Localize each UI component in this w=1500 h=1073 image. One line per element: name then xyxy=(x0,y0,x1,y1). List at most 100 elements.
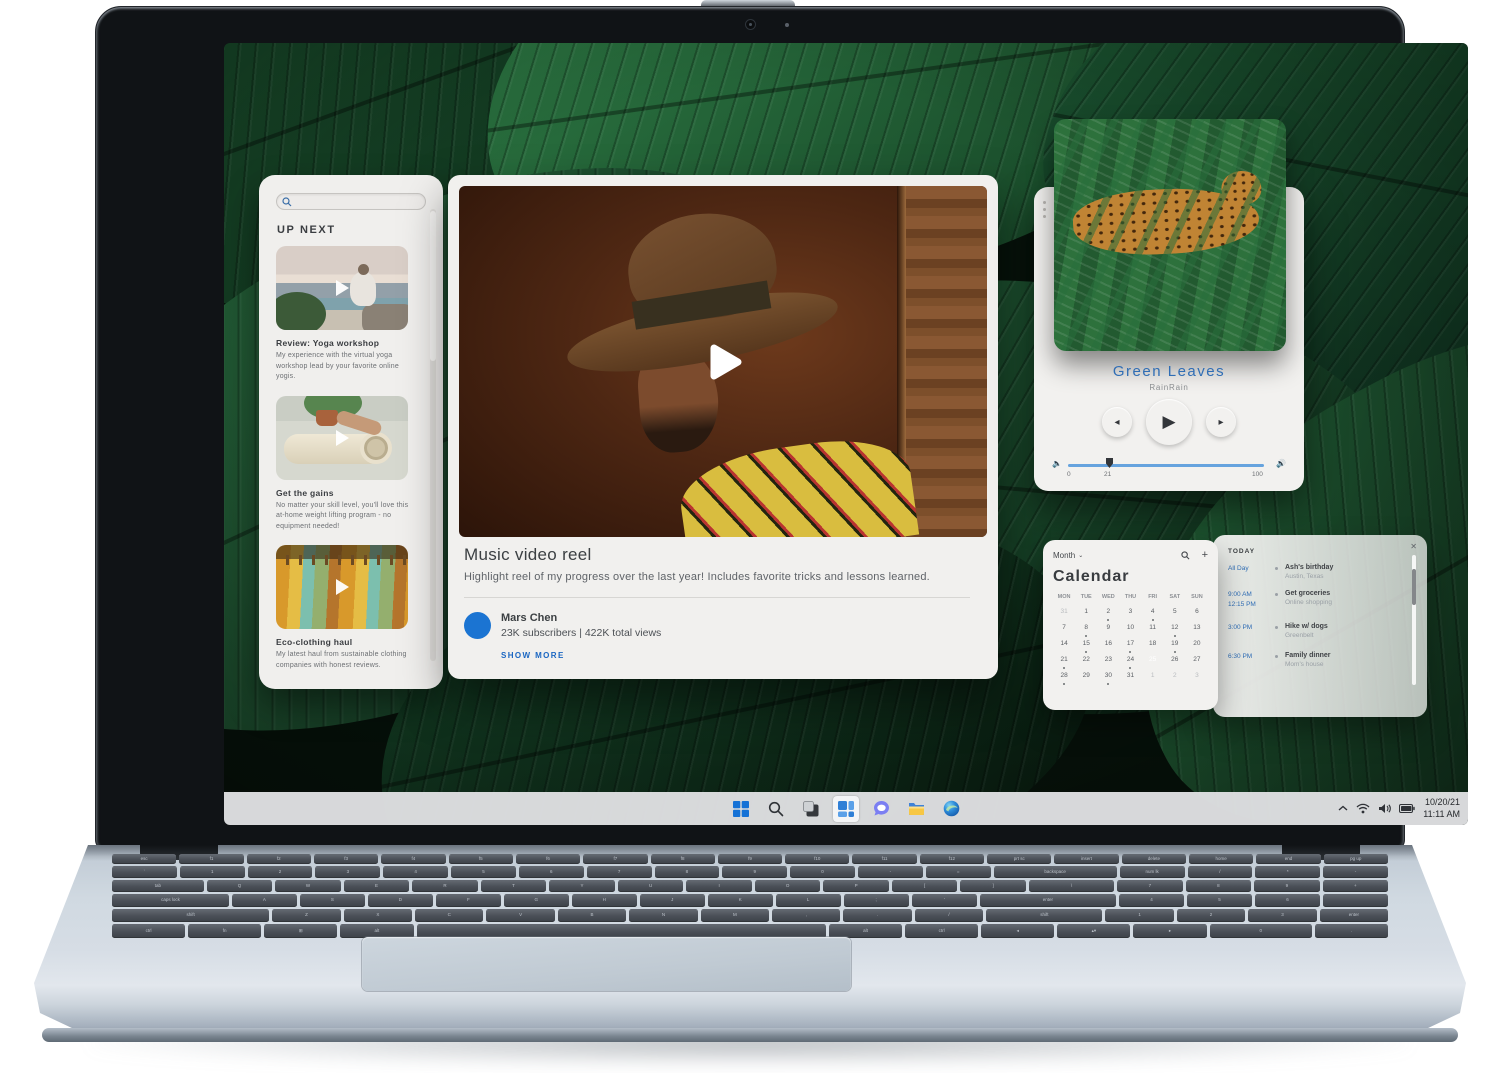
search-icon[interactable] xyxy=(1181,551,1190,560)
keyboard-key: Y xyxy=(549,880,615,892)
calendar-day-cell[interactable]: 12 xyxy=(1164,622,1186,634)
video-description: Highlight reel of my progress over the l… xyxy=(464,571,982,583)
add-event-icon[interactable]: + xyxy=(1202,549,1208,561)
keyboard-key: shift xyxy=(986,909,1102,922)
avatar[interactable] xyxy=(464,612,491,639)
calendar-day-cell[interactable]: 9 xyxy=(1097,622,1119,634)
edge-icon[interactable] xyxy=(938,796,964,822)
play-icon[interactable] xyxy=(459,186,987,537)
keyboard-key: f2 xyxy=(247,854,311,864)
keyboard-key: f8 xyxy=(651,854,715,864)
volume-icon[interactable]: 🔊 xyxy=(1276,459,1286,468)
video-thumbnail[interactable] xyxy=(276,545,408,629)
calendar-day-cell[interactable]: 31 xyxy=(1053,606,1075,618)
keyboard-key: \ xyxy=(1029,880,1114,892)
keyboard-key: 6 xyxy=(1255,894,1320,907)
keyboard-key: shift xyxy=(112,909,269,922)
screen: UP NEXT Review: Yoga workshop My experie… xyxy=(224,43,1468,825)
clock[interactable]: 10/20/21 11:11 AM xyxy=(1423,797,1460,820)
list-item[interactable]: Eco-clothing haul My latest haul from su… xyxy=(276,545,427,671)
keyboard-key: f9 xyxy=(718,854,782,864)
calendar-day-cell[interactable]: 23 xyxy=(1097,654,1119,666)
calendar-day-cell[interactable]: 27 xyxy=(1186,654,1208,666)
keyboard-key xyxy=(1323,894,1388,907)
calendar-day-cell[interactable]: 2 xyxy=(1164,670,1186,682)
list-item[interactable]: Get the gains No matter your skill level… xyxy=(276,396,427,533)
agenda-event[interactable]: 9:00 AM12:15 PM Get groceriesOnline shop… xyxy=(1228,590,1401,610)
speaker-icon[interactable] xyxy=(1378,803,1391,814)
calendar-day-cell[interactable]: 30 xyxy=(1097,670,1119,682)
keyboard-key: = xyxy=(926,866,991,878)
calendar-day-cell[interactable]: 1 xyxy=(1142,670,1164,682)
video-thumbnail[interactable] xyxy=(276,246,408,330)
keyboard-key: ; xyxy=(844,894,909,907)
search-input[interactable] xyxy=(276,193,426,210)
video-thumbnail[interactable] xyxy=(276,396,408,480)
scrollbar[interactable] xyxy=(1412,555,1416,685)
calendar-day-cell[interactable]: 8 xyxy=(1075,622,1097,634)
agenda-event[interactable]: 6:30 PM Family dinnerMom's house xyxy=(1228,652,1401,668)
chat-icon[interactable] xyxy=(868,796,894,822)
show-more-button[interactable]: SHOW MORE xyxy=(501,651,982,660)
play-icon xyxy=(276,545,408,629)
chevron-up-icon[interactable] xyxy=(1338,805,1348,812)
widgets-icon[interactable] xyxy=(833,796,859,822)
battery-icon[interactable] xyxy=(1399,804,1415,813)
task-view-icon[interactable] xyxy=(798,796,824,822)
calendar-day-cell[interactable]: 3 xyxy=(1119,606,1141,618)
keyboard-key: f5 xyxy=(449,854,513,864)
calendar-day-cell[interactable]: 29 xyxy=(1075,670,1097,682)
calendar-day-cell[interactable]: 14 xyxy=(1053,638,1075,650)
calendar-day-cell[interactable]: 3 xyxy=(1186,670,1208,682)
slider-track[interactable] xyxy=(1068,464,1264,467)
keyboard-key: alt xyxy=(340,924,413,938)
calendar-day-cell[interactable]: 31 xyxy=(1119,670,1141,682)
keyboard-key: home xyxy=(1189,854,1253,864)
calendar-day-cell[interactable]: 19 xyxy=(1164,638,1186,650)
product-photo: UP NEXT Review: Yoga workshop My experie… xyxy=(0,0,1500,1073)
calendar-day-cell[interactable]: 20 xyxy=(1186,638,1208,650)
calendar-day-cell[interactable]: 5 xyxy=(1164,606,1186,618)
agenda-event[interactable]: All Day Ash's birthdayAustin, Texas xyxy=(1228,564,1401,580)
list-item[interactable]: Review: Yoga workshop My experience with… xyxy=(276,246,427,383)
mute-icon[interactable]: 🔈 xyxy=(1052,459,1062,468)
calendar-day-cell[interactable]: 11 xyxy=(1142,622,1164,634)
calendar-day-cell[interactable]: 10 xyxy=(1119,622,1141,634)
agenda-event[interactable]: 3:00 PM Hike w/ dogsGreenbelt xyxy=(1228,623,1401,639)
calendar-day-cell[interactable]: 4 xyxy=(1142,606,1164,618)
calendar-day-cell[interactable]: 22 xyxy=(1075,654,1097,666)
calendar-day-cell[interactable]: 2 xyxy=(1097,606,1119,618)
video-frame[interactable] xyxy=(459,186,987,537)
calendar-day-cell[interactable]: 6 xyxy=(1186,606,1208,618)
calendar-day-cell[interactable]: 18 xyxy=(1142,638,1164,650)
calendar-day-cell[interactable]: 28 xyxy=(1053,670,1075,682)
keyboard-key: alt xyxy=(829,924,902,938)
calendar-day-cell[interactable]: 7 xyxy=(1053,622,1075,634)
keyboard-key: f11 xyxy=(852,854,916,864)
calendar-day-cell[interactable]: 21 xyxy=(1053,654,1075,666)
drag-handle-icon[interactable] xyxy=(1043,201,1046,218)
calendar-day-cell[interactable]: 17 xyxy=(1119,638,1141,650)
scrollbar[interactable] xyxy=(430,209,436,661)
agenda-panel: ✕ TODAY All Day Ash's birthdayAustin, Te… xyxy=(1213,535,1427,717)
file-explorer-icon[interactable] xyxy=(903,796,929,822)
calendar-day-cell[interactable]: 13 xyxy=(1186,622,1208,634)
next-button[interactable]: ▸ xyxy=(1206,407,1236,437)
calendar-day-cell[interactable]: 25 xyxy=(1142,654,1164,666)
search-icon[interactable] xyxy=(763,796,789,822)
start-button[interactable] xyxy=(728,796,754,822)
play-button[interactable]: ▶ xyxy=(1146,399,1192,445)
calendar-day-cell[interactable]: 24 xyxy=(1119,654,1141,666)
calendar-day-cell[interactable]: 16 xyxy=(1097,638,1119,650)
calendar-day-cell[interactable]: 26 xyxy=(1164,654,1186,666)
wifi-icon[interactable] xyxy=(1356,803,1370,814)
keyboard-key: caps lock xyxy=(112,894,229,907)
calendar-day-cell[interactable]: 1 xyxy=(1075,606,1097,618)
volume-slider[interactable]: 🔈 🔊 0 21 100 xyxy=(1052,459,1286,471)
keyboard-key: 4 xyxy=(1119,894,1184,907)
view-selector[interactable]: Month xyxy=(1053,551,1075,560)
keyboard-key: enter xyxy=(1320,909,1388,922)
calendar-day-cell[interactable]: 15 xyxy=(1075,638,1097,650)
close-icon[interactable]: ✕ xyxy=(1410,542,1417,551)
previous-button[interactable]: ◂ xyxy=(1102,407,1132,437)
